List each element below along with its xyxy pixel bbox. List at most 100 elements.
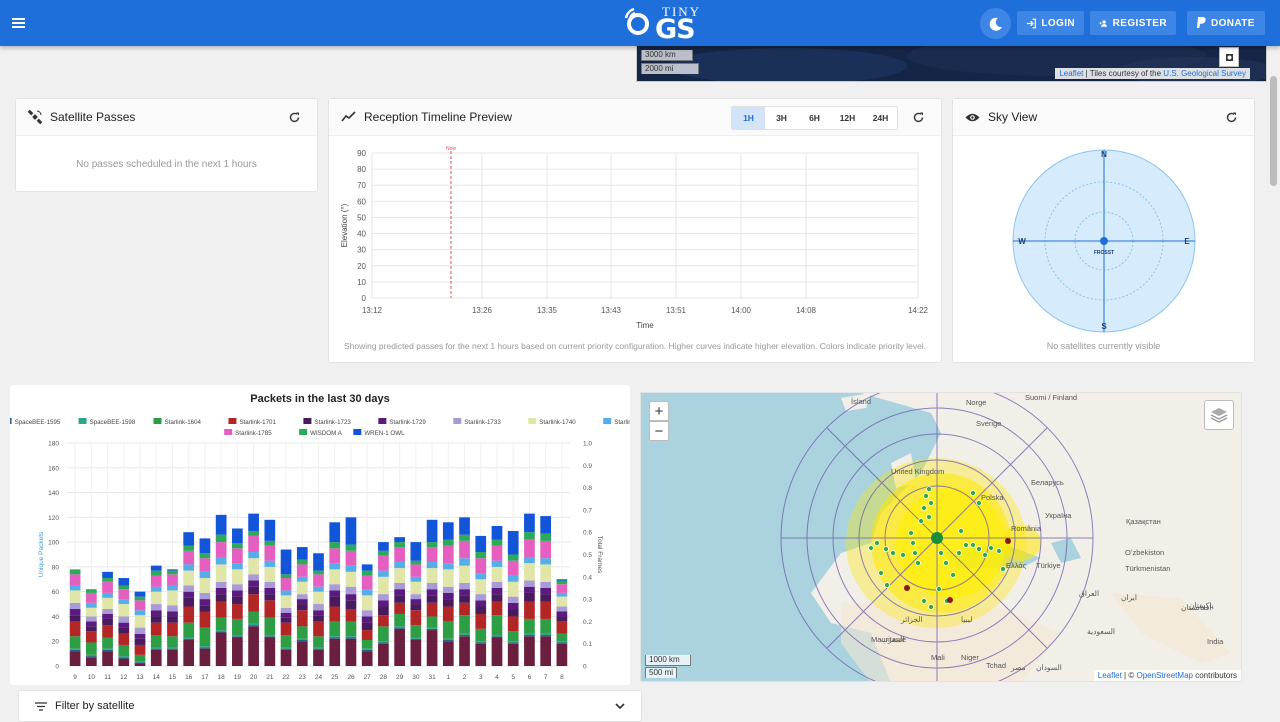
bar-segment [426, 568, 438, 583]
theme-toggle-button[interactable] [980, 8, 1011, 39]
bar-segment [345, 517, 357, 545]
range-button-3h[interactable]: 3H [765, 107, 798, 129]
bar-segment [329, 596, 341, 607]
bar-segment [85, 626, 97, 632]
x-tick-label: 28 [380, 674, 388, 681]
bar-segment [167, 649, 178, 666]
bar-segment [183, 606, 195, 623]
menu-button[interactable] [8, 11, 32, 35]
bar-segment [556, 584, 568, 593]
bar-segment [167, 616, 178, 623]
bar-segment [232, 584, 243, 591]
login-button[interactable]: LOGIN [1017, 11, 1084, 35]
bar-segment [280, 617, 292, 623]
refresh-icon[interactable] [288, 111, 301, 124]
add-user-icon [1099, 19, 1107, 27]
range-button-6h[interactable]: 6H [798, 107, 831, 129]
bar-segment [410, 576, 422, 582]
bar-segment [345, 637, 357, 639]
bar-segment [296, 547, 308, 560]
zoom-in-button[interactable]: + [649, 401, 669, 421]
bar-segment [150, 647, 162, 649]
bar-segment [183, 545, 195, 551]
bar-segment [150, 635, 162, 648]
bar-segment [410, 564, 422, 577]
register-button[interactable]: REGISTER [1090, 11, 1176, 35]
map-place-label: السودان [1036, 663, 1062, 672]
bar-segment [442, 641, 454, 666]
bar-segment [215, 556, 227, 565]
station-marker[interactable] [931, 532, 943, 544]
leaflet-link[interactable]: Leaflet [1098, 671, 1122, 680]
bar-segment [459, 565, 470, 583]
x-tick-label: 22 [282, 674, 290, 681]
bar-segment [507, 554, 519, 561]
filter-by-satellite-panel[interactable]: Filter by satellite [18, 690, 642, 722]
bar-segment [167, 574, 178, 586]
zoom-out-button[interactable]: − [649, 421, 669, 441]
range-button-1h[interactable]: 1H [732, 107, 765, 129]
bar-segment [361, 648, 373, 650]
usgs-link[interactable]: U.S. Geological Survey [1163, 69, 1246, 78]
bar-segment [264, 519, 276, 541]
leaflet-link[interactable]: Leaflet [1059, 69, 1083, 78]
refresh-icon[interactable] [912, 111, 925, 124]
station-map-top[interactable]: 3000 km 2000 mi Leaflet | Tiles courtesy… [636, 40, 1267, 82]
bar-segment [248, 626, 259, 666]
osm-link[interactable]: OpenStreetMap [1136, 671, 1192, 680]
bar-segment [540, 635, 552, 637]
bar-segment [313, 636, 324, 648]
x-tick-label: 19 [234, 674, 242, 681]
bar-segment [232, 548, 243, 564]
donate-button[interactable]: DONATE [1187, 11, 1265, 35]
bar-segment [69, 602, 81, 610]
login-label: LOGIN [1041, 17, 1075, 29]
range-button-24h[interactable]: 24H [864, 107, 897, 129]
map-place-label: Қазақстан [1126, 517, 1161, 526]
bar-segment [491, 594, 503, 602]
legend-swatch [378, 418, 387, 424]
bar-segment [426, 547, 438, 562]
reception-map[interactable]: Ísland Norge Sverige Suomi / Finland United … [640, 392, 1242, 682]
station-marker[interactable] [1100, 237, 1108, 245]
x-tick-label: 2 [463, 674, 467, 681]
bar-segment [459, 633, 470, 636]
bar-segment [296, 626, 308, 639]
range-button-12h[interactable]: 12H [831, 107, 864, 129]
bar-segment [264, 594, 276, 601]
bar-segment [280, 612, 292, 618]
bar-segment [280, 549, 292, 575]
bar-segment [329, 563, 341, 570]
bar-segment [69, 615, 81, 622]
x-tick-label: 14:08 [796, 306, 817, 315]
refresh-icon[interactable] [1225, 111, 1238, 124]
bar-segment [475, 573, 487, 580]
y-axis-label: Elevation (°) [340, 203, 349, 247]
bar-segment [69, 651, 81, 666]
bar-segment [150, 616, 162, 623]
fullscreen-button[interactable] [1219, 47, 1239, 67]
bar-segment [199, 646, 211, 648]
bar-segment [426, 630, 438, 666]
bar-segment [524, 539, 535, 557]
layers-button[interactable] [1204, 400, 1234, 430]
bar-segment [313, 615, 324, 622]
bar-segment [442, 606, 454, 622]
bar-segment [118, 578, 130, 586]
bar-segment [167, 611, 178, 617]
bar-segment [248, 623, 259, 626]
bar-segment [378, 550, 389, 556]
bar-segment [442, 592, 454, 600]
bar-segment [167, 636, 178, 648]
page-scrollbar[interactable] [1270, 76, 1277, 186]
bar-segment [118, 633, 130, 645]
bar-segment [394, 542, 405, 548]
tinygs-logo[interactable]: TINY GS [624, 2, 706, 45]
y2-tick-label: 0.8 [583, 485, 592, 492]
bar-segment [183, 639, 195, 666]
bar-segment [102, 618, 113, 626]
legend-label: SpaceBEE-1598 [90, 419, 136, 426]
y2-tick-label: 0.7 [583, 507, 592, 514]
bar-segment [85, 616, 97, 622]
y2-tick-label: 0.5 [583, 552, 592, 559]
